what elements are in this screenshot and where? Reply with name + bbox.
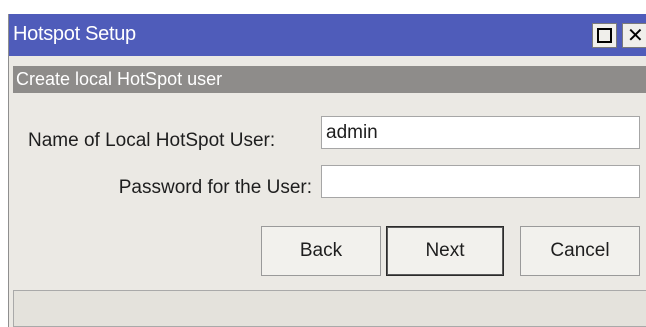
hotspot-setup-window: Hotspot Setup ✕ Create local HotSpot use…: [8, 14, 646, 327]
user-name-label: Name of Local HotSpot User:: [28, 130, 276, 151]
section-title: Create local HotSpot user: [16, 69, 223, 89]
next-button[interactable]: Next: [386, 226, 504, 276]
password-input[interactable]: [321, 165, 640, 198]
section-header: Create local HotSpot user: [13, 66, 646, 93]
password-label: Password for the User:: [118, 177, 312, 198]
status-bar: [13, 290, 646, 327]
close-icon: ✕: [627, 25, 644, 47]
maximize-button[interactable]: [592, 23, 617, 48]
close-button[interactable]: ✕: [622, 23, 646, 48]
maximize-icon: [597, 28, 612, 43]
window-title: Hotspot Setup: [13, 23, 136, 45]
user-name-input[interactable]: [321, 116, 640, 149]
cancel-button[interactable]: Cancel: [520, 226, 640, 276]
back-button[interactable]: Back: [261, 226, 381, 276]
title-bar[interactable]: Hotspot Setup ✕: [9, 14, 646, 56]
